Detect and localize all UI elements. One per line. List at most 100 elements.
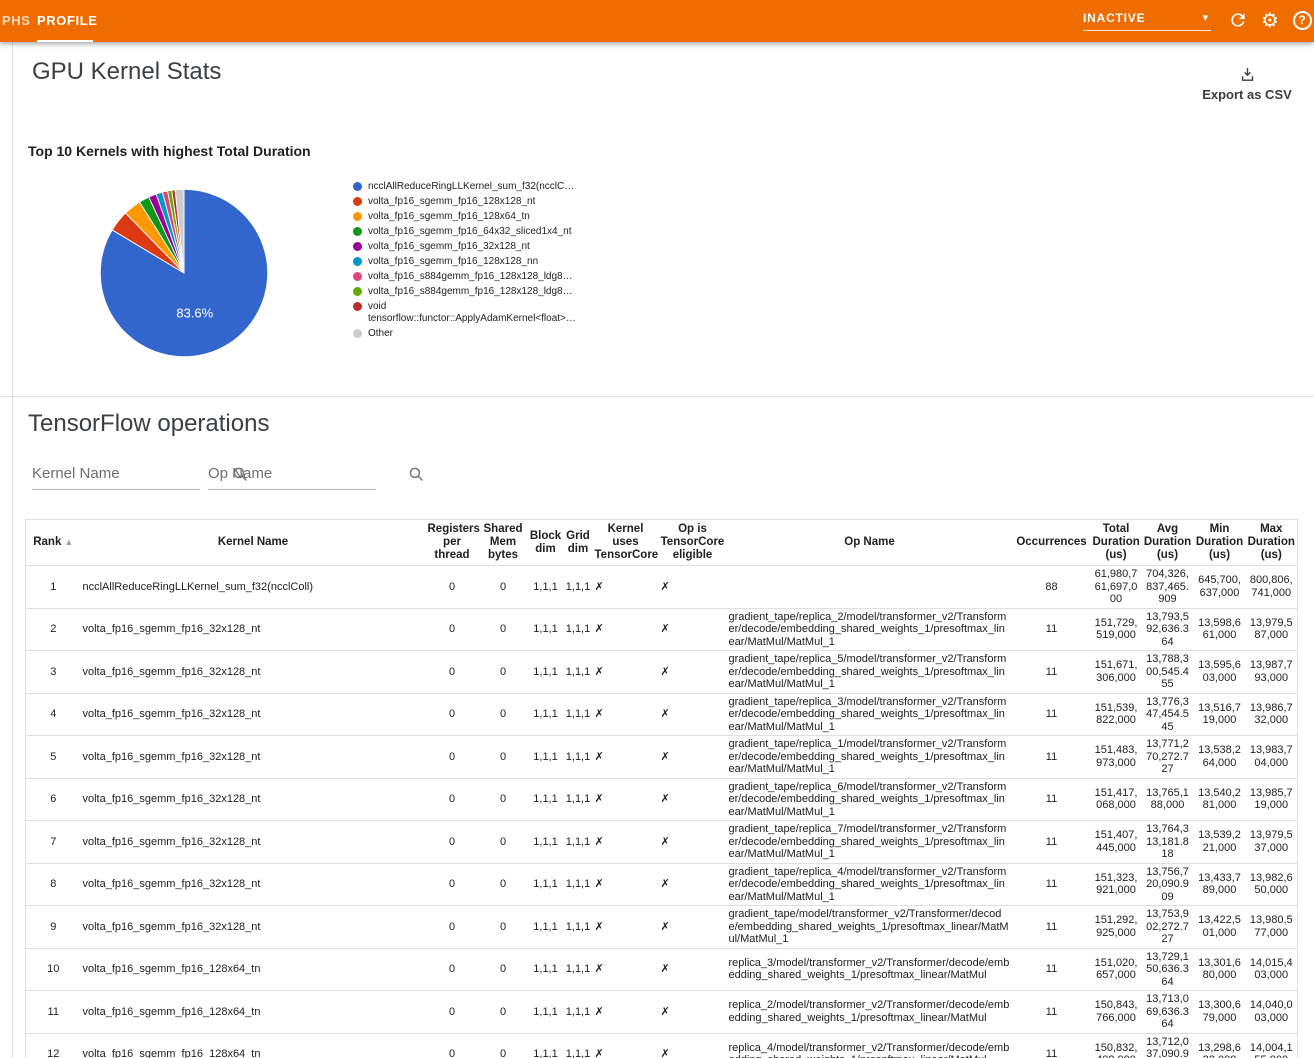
sort-ascending-icon: ▲	[64, 537, 73, 547]
cell-rank: 7	[26, 821, 81, 864]
column-header[interactable]: Block dim	[528, 520, 564, 566]
cell-max-duration: 13,979,537,000	[1246, 821, 1298, 864]
cell-op-name: gradient_tape/replica_4/model/transforme…	[727, 863, 1013, 906]
cell-kernel-uses-tensorcore: ✗	[593, 906, 659, 949]
search-icon[interactable]	[407, 465, 425, 483]
cell-op-tensorcore-eligible: ✗	[659, 778, 727, 821]
cell-rank: 10	[26, 948, 81, 991]
column-header[interactable]: Registers per thread	[426, 520, 479, 566]
cell-max-duration: 13,987,793,000	[1246, 651, 1298, 694]
help-icon[interactable]: ?	[1290, 8, 1314, 32]
cell-grid-dim: 1,1,1	[564, 863, 593, 906]
export-csv-button[interactable]: Export as CSV	[1188, 66, 1306, 102]
cell-avg-duration: 13,776,347,454.545	[1142, 693, 1194, 736]
column-header[interactable]: Avg Duration (us)	[1142, 520, 1194, 566]
pie-chart[interactable]: 83.6%	[94, 183, 274, 363]
cell-grid-dim: 1,1,1	[564, 736, 593, 779]
cell-avg-duration: 13,793,592,636.364	[1142, 608, 1194, 651]
cell-op-tensorcore-eligible: ✗	[659, 821, 727, 864]
tab-graphs-partial[interactable]: PHS	[2, 0, 31, 42]
download-icon	[1239, 66, 1256, 83]
cell-registers-per-thread: 0	[426, 693, 479, 736]
table-row: 2volta_fp16_sgemm_fp16_32x128_nt001,1,11…	[26, 608, 1298, 651]
legend-color-dot	[353, 287, 362, 296]
cell-block-dim: 1,1,1	[528, 693, 564, 736]
cell-registers-per-thread: 0	[426, 608, 479, 651]
legend-color-dot	[353, 257, 362, 266]
cell-total-duration: 150,832,408,000	[1091, 1033, 1142, 1058]
cell-total-duration: 151,323,921,000	[1091, 863, 1142, 906]
cell-kernel-uses-tensorcore: ✗	[593, 651, 659, 694]
gear-icon[interactable]: ⚙	[1258, 8, 1282, 32]
column-header[interactable]: Kernel Name	[81, 520, 426, 566]
cell-kernel-name: volta_fp16_sgemm_fp16_32x128_nt	[81, 693, 426, 736]
cell-total-duration: 151,407,445,000	[1091, 821, 1142, 864]
cell-shared-mem-bytes: 0	[479, 863, 528, 906]
cell-kernel-uses-tensorcore: ✗	[593, 863, 659, 906]
legend-label: volta_fp16_s884gemm_fp16_128x128_ldg8…	[368, 271, 573, 283]
column-header[interactable]: Rank▲	[26, 520, 81, 566]
column-header[interactable]: Shared Mem bytes	[479, 520, 528, 566]
cell-kernel-name: volta_fp16_sgemm_fp16_32x128_nt	[81, 906, 426, 949]
cell-avg-duration: 704,326,837,465.909	[1142, 566, 1194, 609]
cell-block-dim: 1,1,1	[528, 736, 564, 779]
column-header[interactable]: Op Name	[727, 520, 1013, 566]
op-name-input[interactable]	[208, 465, 407, 482]
column-header[interactable]: Occurrences	[1013, 520, 1091, 566]
pie-legend: ncclAllReduceRingLLKernel_sum_f32(ncclC……	[353, 181, 568, 343]
cell-shared-mem-bytes: 0	[479, 566, 528, 609]
cell-rank: 3	[26, 651, 81, 694]
table-row: 12volta_fp16_sgemm_fp16_128x64_tn001,1,1…	[26, 1033, 1298, 1058]
cell-kernel-uses-tensorcore: ✗	[593, 608, 659, 651]
page-title: GPU Kernel Stats	[32, 58, 221, 86]
cell-avg-duration: 13,753,902,272.727	[1142, 906, 1194, 949]
column-header[interactable]: Grid dim	[564, 520, 593, 566]
section-divider	[0, 396, 1314, 397]
cell-avg-duration: 13,788,300,545.455	[1142, 651, 1194, 694]
cell-op-name: gradient_tape/replica_2/model/transforme…	[727, 608, 1013, 651]
cell-total-duration: 151,539,822,000	[1091, 693, 1142, 736]
cell-avg-duration: 13,756,720,090.909	[1142, 863, 1194, 906]
cell-grid-dim: 1,1,1	[564, 1033, 593, 1058]
chart-heading: Top 10 Kernels with highest Total Durati…	[28, 143, 311, 159]
cell-block-dim: 1,1,1	[528, 778, 564, 821]
column-header[interactable]: Max Duration (us)	[1246, 520, 1298, 566]
cell-avg-duration: 13,764,313,181.818	[1142, 821, 1194, 864]
cell-min-duration: 13,598,661,000	[1194, 608, 1246, 651]
cell-kernel-uses-tensorcore: ✗	[593, 566, 659, 609]
legend-item: Other	[353, 328, 568, 340]
column-header[interactable]: Min Duration (us)	[1194, 520, 1246, 566]
column-header[interactable]: Op is TensorCore eligible	[659, 520, 727, 566]
column-header[interactable]: Total Duration (us)	[1091, 520, 1142, 566]
cell-op-tensorcore-eligible: ✗	[659, 651, 727, 694]
tab-profile[interactable]: PROFILE	[37, 0, 98, 42]
cell-rank: 5	[26, 736, 81, 779]
cell-shared-mem-bytes: 0	[479, 991, 528, 1034]
cell-occurrences: 11	[1013, 778, 1091, 821]
cell-kernel-name: volta_fp16_sgemm_fp16_32x128_nt	[81, 863, 426, 906]
cell-occurrences: 88	[1013, 566, 1091, 609]
cell-rank: 1	[26, 566, 81, 609]
refresh-icon[interactable]	[1226, 8, 1250, 32]
cell-min-duration: 13,298,622,000	[1194, 1033, 1246, 1058]
kernel-name-input[interactable]	[32, 465, 231, 482]
cell-kernel-name: ncclAllReduceRingLLKernel_sum_f32(ncclCo…	[81, 566, 426, 609]
cell-shared-mem-bytes: 0	[479, 778, 528, 821]
cell-min-duration: 645,700,637,000	[1194, 566, 1246, 609]
pie-slice-percent-label: 83.6%	[176, 305, 213, 320]
cell-avg-duration: 13,712,037,090.909	[1142, 1033, 1194, 1058]
cell-min-duration: 13,433,789,000	[1194, 863, 1246, 906]
table-row: 10volta_fp16_sgemm_fp16_128x64_tn001,1,1…	[26, 948, 1298, 991]
cell-block-dim: 1,1,1	[528, 991, 564, 1034]
cell-rank: 12	[26, 1033, 81, 1058]
legend-item: void tensorflow::functor::ApplyAdamKerne…	[353, 301, 568, 325]
cell-kernel-uses-tensorcore: ✗	[593, 948, 659, 991]
cell-max-duration: 14,015,403,000	[1246, 948, 1298, 991]
cell-occurrences: 11	[1013, 991, 1091, 1034]
cell-op-name: replica_3/model/transformer_v2/Transform…	[727, 948, 1013, 991]
column-header[interactable]: Kernel uses TensorCore	[593, 520, 659, 566]
cell-shared-mem-bytes: 0	[479, 821, 528, 864]
cell-registers-per-thread: 0	[426, 948, 479, 991]
cell-op-tensorcore-eligible: ✗	[659, 991, 727, 1034]
run-selector-dropdown[interactable]: INACTIVE ▾	[1083, 7, 1211, 31]
